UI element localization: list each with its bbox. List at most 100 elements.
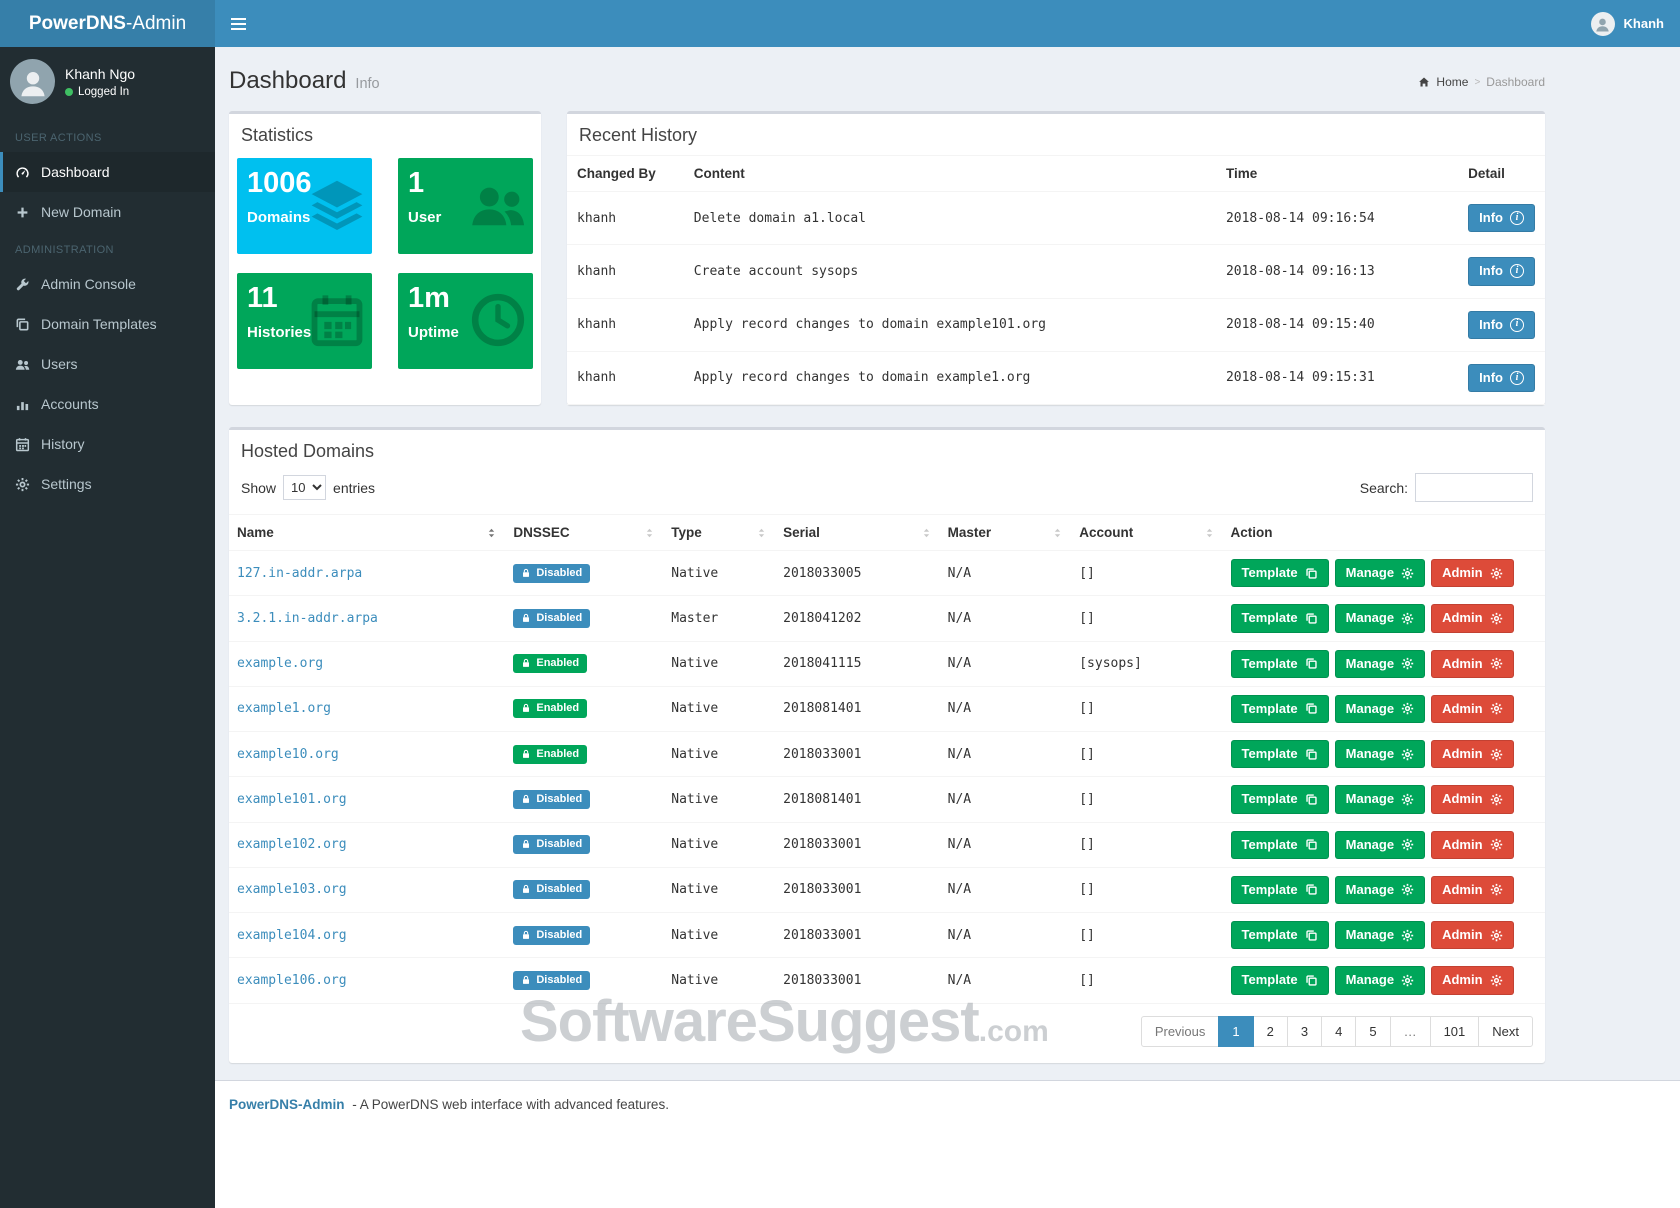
domain-admin-button[interactable]: Admin [1431,966,1513,994]
sidebar-item-new-domain[interactable]: New Domain [0,192,215,232]
recent-history-table: Changed ByContentTimeDetail khanhDelete … [567,155,1545,405]
pagination: Previous12345…101Next [229,1004,1545,1063]
domain-manage-button[interactable]: Manage [1335,966,1425,994]
domain-admin-button[interactable]: Admin [1431,921,1513,949]
history-row: khanhApply record changes to domain exam… [567,351,1545,404]
action-cell: TemplateManageAdmin [1223,777,1545,822]
domain-name-cell: example102.org [229,822,505,867]
domain-template-button[interactable]: Template [1231,695,1329,723]
sidebar-item-history[interactable]: History [0,424,215,464]
info-button[interactable]: Infoi [1468,311,1535,339]
pagination-next[interactable]: Next [1478,1016,1533,1047]
lock-icon [521,884,531,894]
action-cell: Template ManageAdmin [1223,958,1545,1003]
domain-manage-button[interactable]: Manage [1335,785,1425,813]
sidebar-item-admin-console[interactable]: Admin Console [0,264,215,304]
domain-admin-button[interactable]: Admin [1431,604,1513,632]
domain-link[interactable]: 127.in-addr.arpa [237,566,362,581]
column-label: Action [1231,525,1273,540]
dnssec-cell: Disabled [505,958,663,1003]
sidebar-item-domain-templates[interactable]: Domain Templates [0,304,215,344]
domain-admin-button[interactable]: Admin [1431,559,1513,587]
domain-manage-button[interactable]: Manage [1335,559,1425,587]
dnssec-badge: Enabled [513,699,587,718]
button-label: Template [1242,972,1298,988]
sidebar-item-accounts[interactable]: Accounts [0,384,215,424]
domain-template-button[interactable]: Template [1231,650,1329,678]
domain-link[interactable]: example10.org [237,747,339,762]
button-label: Template [1242,746,1298,762]
domain-template-button[interactable]: Template [1231,966,1329,994]
domains-column-header-dnssec[interactable]: DNSSEC [505,515,663,551]
pagination-page-5[interactable]: 5 [1355,1016,1390,1047]
gear-icon [1401,657,1414,670]
domain-template-button[interactable]: Template [1231,559,1329,587]
domain-template-button[interactable]: Template [1231,740,1329,768]
domains-column-header-master[interactable]: Master [940,515,1072,551]
content-area: Dashboard Info Home > Dashboard Statisti… [215,47,1680,1080]
type-cell: Native [663,686,775,731]
info-button[interactable]: Infoi [1468,204,1535,232]
domain-name-cell: example1.org [229,686,505,731]
domain-row: example1.orgEnabledNative2018081401N/A[]… [229,686,1545,731]
sidebar-toggle-button[interactable] [215,0,261,47]
footer-brand-link[interactable]: PowerDNS-Admin [229,1097,345,1112]
domain-manage-button[interactable]: Manage [1335,831,1425,859]
domain-link[interactable]: example101.org [237,792,347,807]
pagination-page-101[interactable]: 101 [1430,1016,1480,1047]
lock-icon [521,703,531,713]
page-subtitle: Info [355,76,379,92]
domain-link[interactable]: example1.org [237,701,331,716]
domains-column-header-serial[interactable]: Serial [775,515,940,551]
domain-manage-button[interactable]: Manage [1335,650,1425,678]
info-button[interactable]: Infoi [1468,364,1535,392]
domain-manage-button[interactable]: Manage [1335,604,1425,632]
domain-manage-button[interactable]: Manage [1335,695,1425,723]
domain-link[interactable]: example104.org [237,928,347,943]
domain-manage-button[interactable]: Manage [1335,876,1425,904]
account-cell: [] [1071,732,1222,777]
domains-column-header-type[interactable]: Type [663,515,775,551]
domain-manage-button[interactable]: Manage [1335,921,1425,949]
app-logo[interactable]: PowerDNS-Admin [0,0,215,47]
breadcrumb-home-link[interactable]: Home [1436,75,1468,89]
sidebar-item-dashboard[interactable]: Dashboard [0,152,215,192]
domain-link[interactable]: example.org [237,656,323,671]
domain-template-button[interactable]: Template [1231,921,1329,949]
domain-admin-button[interactable]: Admin [1431,785,1513,813]
domain-link[interactable]: example102.org [237,837,347,852]
history-row: khanhApply record changes to domain exam… [567,298,1545,351]
domain-admin-button[interactable]: Admin [1431,650,1513,678]
pagination-page-4[interactable]: 4 [1321,1016,1356,1047]
history-column-header: Time [1216,156,1458,192]
domain-manage-button[interactable]: Manage [1335,740,1425,768]
button-label: Template [1242,610,1298,626]
search-input[interactable] [1415,473,1533,502]
pagination-page-2[interactable]: 2 [1253,1016,1288,1047]
action-cell: TemplateManageAdmin [1223,822,1545,867]
domains-column-header-account[interactable]: Account [1071,515,1222,551]
sidebar-item-label: Accounts [41,396,99,412]
domain-admin-button[interactable]: Admin [1431,876,1513,904]
domains-column-header-name[interactable]: Name [229,515,505,551]
sidebar-item-settings[interactable]: Settings [0,464,215,504]
person-icon [17,67,49,99]
domain-template-button[interactable]: Template [1231,876,1329,904]
sidebar-item-users[interactable]: Users [0,344,215,384]
entries-select[interactable]: 10 [283,475,326,500]
domain-admin-button[interactable]: Admin [1431,831,1513,859]
gear-icon [1401,567,1414,580]
domain-template-button[interactable]: Template [1231,785,1329,813]
info-button[interactable]: Infoi [1468,257,1535,285]
domain-admin-button[interactable]: Admin [1431,695,1513,723]
domain-template-button[interactable]: Template [1231,604,1329,632]
pagination-page-1[interactable]: 1 [1218,1016,1253,1047]
navbar-user-menu[interactable]: Khanh [1575,0,1680,47]
pagination-prev[interactable]: Previous [1141,1016,1220,1047]
domain-admin-button[interactable]: Admin [1431,740,1513,768]
domain-link[interactable]: example103.org [237,882,347,897]
pagination-page-3[interactable]: 3 [1287,1016,1322,1047]
domain-link[interactable]: example106.org [237,973,347,988]
domain-link[interactable]: 3.2.1.in-addr.arpa [237,611,378,626]
domain-template-button[interactable]: Template [1231,831,1329,859]
